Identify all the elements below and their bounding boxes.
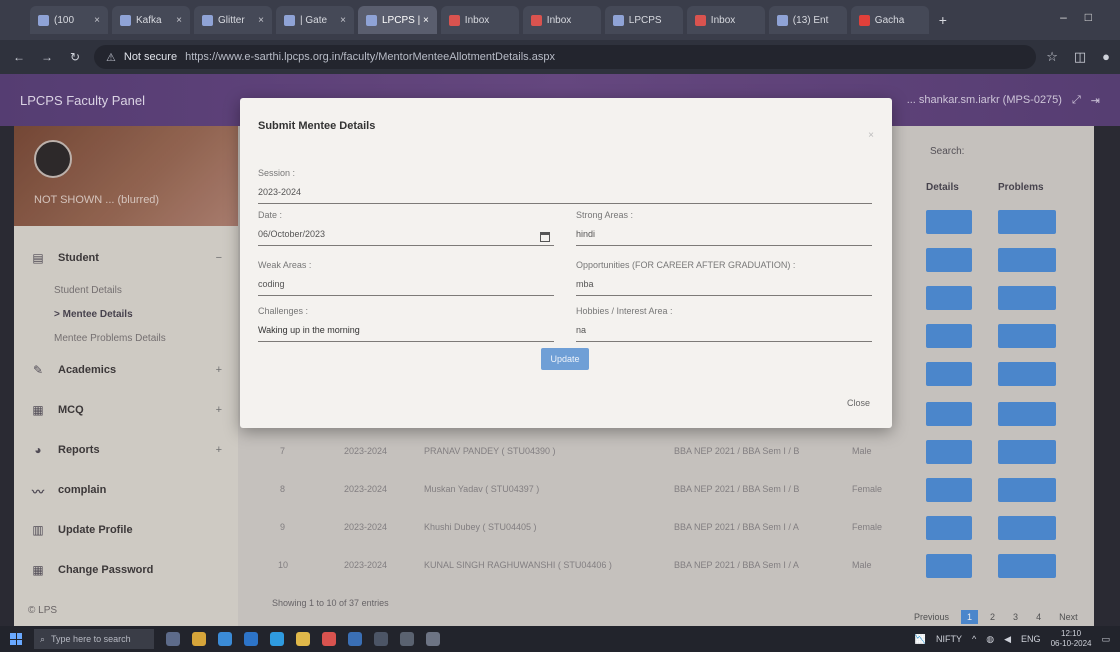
tab-close-icon[interactable]: × (340, 15, 346, 26)
submit-mentee-details-modal: Submit Mentee Details × Session : 2023-2… (240, 98, 892, 428)
tab-favicon-icon (202, 14, 213, 26)
search-icon: ⌕ (40, 633, 46, 644)
app-icon[interactable] (374, 632, 388, 646)
tab-favicon-icon (366, 14, 377, 26)
volume-icon[interactable]: ◀ (1004, 634, 1011, 645)
browser-tab-bar: (100 × Kafka × Glitter × | Gate × LPCPS | × … (0, 0, 1120, 40)
date-value[interactable]: 06/October/2023 (258, 229, 554, 239)
tab-favicon-icon (38, 14, 49, 26)
nifty-label[interactable]: NIFTY (936, 634, 962, 644)
opportunities-field[interactable]: Opportunities (FOR CAREER AFTER GRADUATI… (576, 260, 872, 296)
opportunities-input[interactable]: mba (576, 279, 872, 289)
app-icon[interactable] (244, 632, 258, 646)
modal-title: Submit Mentee Details (258, 120, 376, 132)
language-label[interactable]: ENG (1021, 634, 1041, 644)
challenges-input[interactable]: Waking up in the morning (258, 325, 554, 335)
notification-icon[interactable]: ▭ (1101, 634, 1110, 645)
hobbies-label: Hobbies / Interest Area : (576, 306, 673, 316)
weak-areas-field[interactable]: Weak Areas : coding (258, 260, 554, 296)
browser-tab[interactable]: Gacha (850, 6, 929, 34)
weak-areas-input[interactable]: coding (258, 279, 554, 289)
gmail-icon (530, 14, 542, 26)
window-controls[interactable]: –□ (1060, 10, 1110, 24)
tab-close-icon[interactable]: × (176, 15, 182, 26)
session-field: Session : 2023-2024 (258, 168, 872, 204)
not-secure-icon: ⚠ (106, 51, 116, 64)
gmail-icon (694, 14, 706, 26)
browser-tab[interactable]: Kafka × (112, 6, 190, 34)
reload-icon[interactable]: ↻ (66, 50, 84, 64)
strong-areas-field[interactable]: Strong Areas : hindi (576, 210, 872, 246)
browser-tab[interactable]: Inbox (440, 6, 519, 34)
back-icon[interactable]: ← (10, 50, 28, 64)
new-tab-button[interactable]: + (933, 12, 953, 28)
strong-areas-input[interactable]: hindi (576, 229, 872, 239)
opportunities-label: Opportunities (FOR CAREER AFTER GRADUATI… (576, 260, 796, 270)
taskbar-search[interactable]: ⌕ Type here to search (34, 629, 154, 649)
clock[interactable]: 12:10 06-10-2024 (1051, 629, 1092, 649)
update-button[interactable]: Update (541, 348, 589, 370)
tab-favicon-icon (612, 14, 624, 26)
file-explorer-icon[interactable] (296, 632, 310, 646)
forward-icon[interactable]: → (38, 50, 56, 64)
chrome-icon[interactable] (322, 632, 336, 646)
tab-close-icon[interactable]: × (258, 15, 264, 26)
session-label: Session : (258, 168, 296, 178)
browser-tab[interactable]: Inbox (686, 6, 765, 34)
taskbar: ⌕ Type here to search 📉 NIFTY ^ ◍ ◀ ENG … (0, 626, 1120, 652)
challenges-label: Challenges : (258, 306, 309, 316)
date-field[interactable]: Date : 06/October/2023 (258, 210, 554, 246)
tab-favicon-icon (776, 14, 788, 26)
network-icon[interactable]: ◍ (986, 634, 994, 645)
nifty-icon[interactable]: 📉 (915, 634, 926, 645)
close-button[interactable]: Close (847, 398, 870, 408)
browser-tab[interactable]: (100 × (30, 6, 108, 34)
browser-tab[interactable]: | Gate × (276, 6, 354, 34)
tab-favicon-icon (284, 14, 295, 26)
tab-close-icon[interactable]: × (94, 15, 100, 26)
modal-close-icon[interactable]: × (868, 130, 874, 141)
windows-start-icon[interactable] (10, 633, 22, 645)
chevron-up-icon[interactable]: ^ (972, 634, 976, 644)
browser-tab[interactable]: (13) Ent (768, 6, 847, 34)
cortana-icon[interactable] (166, 632, 180, 646)
youtube-icon (858, 14, 870, 26)
calendar-icon[interactable] (540, 232, 550, 242)
session-value: 2023-2024 (258, 187, 302, 197)
url-text[interactable]: https://www.e-sarthi.lpcps.org.in/facult… (185, 51, 555, 63)
app-icon[interactable] (218, 632, 232, 646)
weak-areas-label: Weak Areas : (258, 260, 312, 270)
tab-favicon-icon (120, 14, 131, 26)
browser-tab[interactable]: LPCPS (604, 6, 683, 34)
app-icon[interactable] (400, 632, 414, 646)
address-bar-row: ← → ↻ ⚠ Not secure https://www.e-sarthi.… (0, 40, 1120, 74)
hobbies-input[interactable]: na (576, 325, 872, 335)
url-bar[interactable]: ⚠ Not secure https://www.e-sarthi.lpcps.… (94, 45, 1037, 69)
profile-avatar-icon[interactable]: ● (1102, 49, 1110, 65)
browser-tab[interactable]: Inbox (522, 6, 601, 34)
challenges-field[interactable]: Challenges : Waking up in the morning (258, 306, 554, 342)
bookmark-star-icon[interactable]: ☆ (1046, 49, 1058, 65)
edge-icon[interactable] (270, 632, 284, 646)
hobbies-field[interactable]: Hobbies / Interest Area : na (576, 306, 872, 342)
app-icon[interactable] (426, 632, 440, 646)
browser-tab-active[interactable]: LPCPS | × (358, 6, 437, 34)
weather-icon[interactable] (192, 632, 206, 646)
not-secure-label: Not secure (123, 51, 178, 63)
date-label: Date : (258, 210, 283, 220)
strong-areas-label: Strong Areas : (576, 210, 634, 220)
system-tray: 📉 NIFTY ^ ◍ ◀ ENG 12:10 06-10-2024 ▭ (915, 629, 1110, 649)
browser-tab[interactable]: Glitter × (194, 6, 272, 34)
gmail-icon (448, 14, 460, 26)
app-icon[interactable] (348, 632, 362, 646)
extension-icon[interactable]: ◫ (1074, 49, 1086, 65)
